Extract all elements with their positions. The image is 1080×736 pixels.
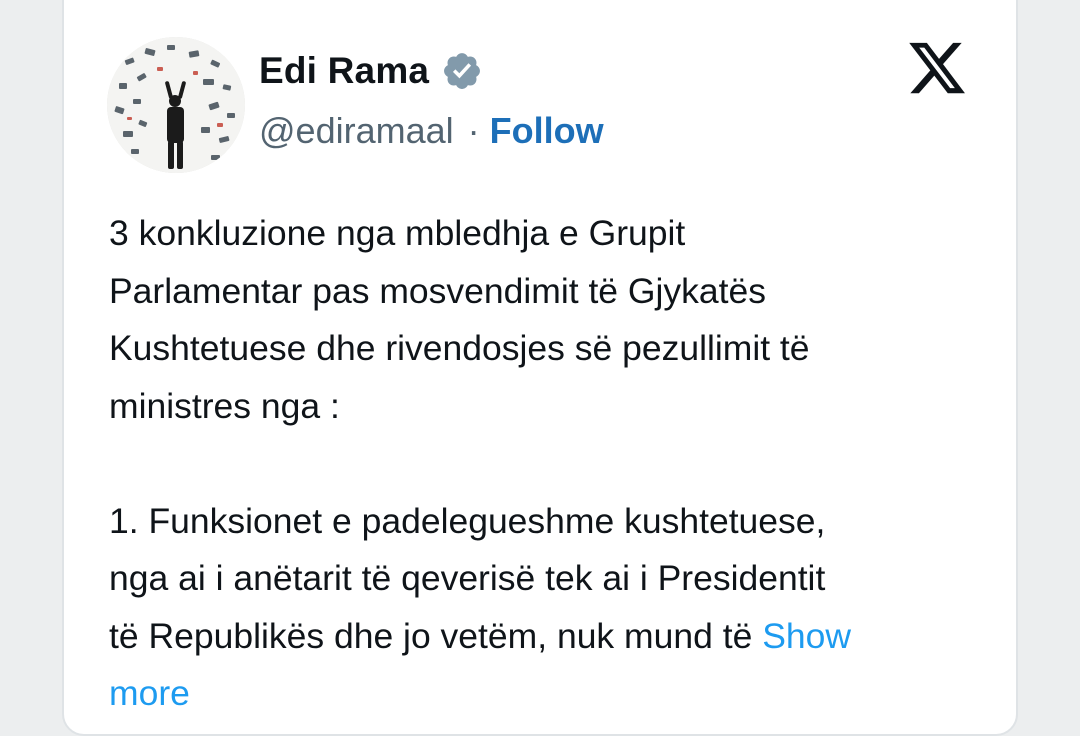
tweet-body: 3 konkluzione nga mbledhja e Grupit Parl…: [109, 205, 989, 723]
author-name[interactable]: Edi Rama: [259, 50, 429, 92]
x-logo-icon[interactable]: [904, 37, 970, 99]
avatar[interactable]: [107, 37, 245, 173]
avatar-image: [107, 37, 245, 173]
author-handle-row: @ediramaal · Follow: [259, 108, 604, 154]
verified-badge-icon: [444, 53, 481, 89]
author-name-row: Edi Rama: [259, 48, 483, 94]
author-handle[interactable]: @ediramaal: [259, 110, 454, 152]
tweet-paragraph-1: 3 konkluzione nga mbledhja e Grupit Parl…: [109, 213, 810, 426]
tweet-paragraph-2: 1. Funksionet e padelegueshme kushtetues…: [109, 500, 826, 656]
separator-dot: ·: [467, 110, 480, 151]
follow-button[interactable]: Follow: [490, 110, 604, 152]
